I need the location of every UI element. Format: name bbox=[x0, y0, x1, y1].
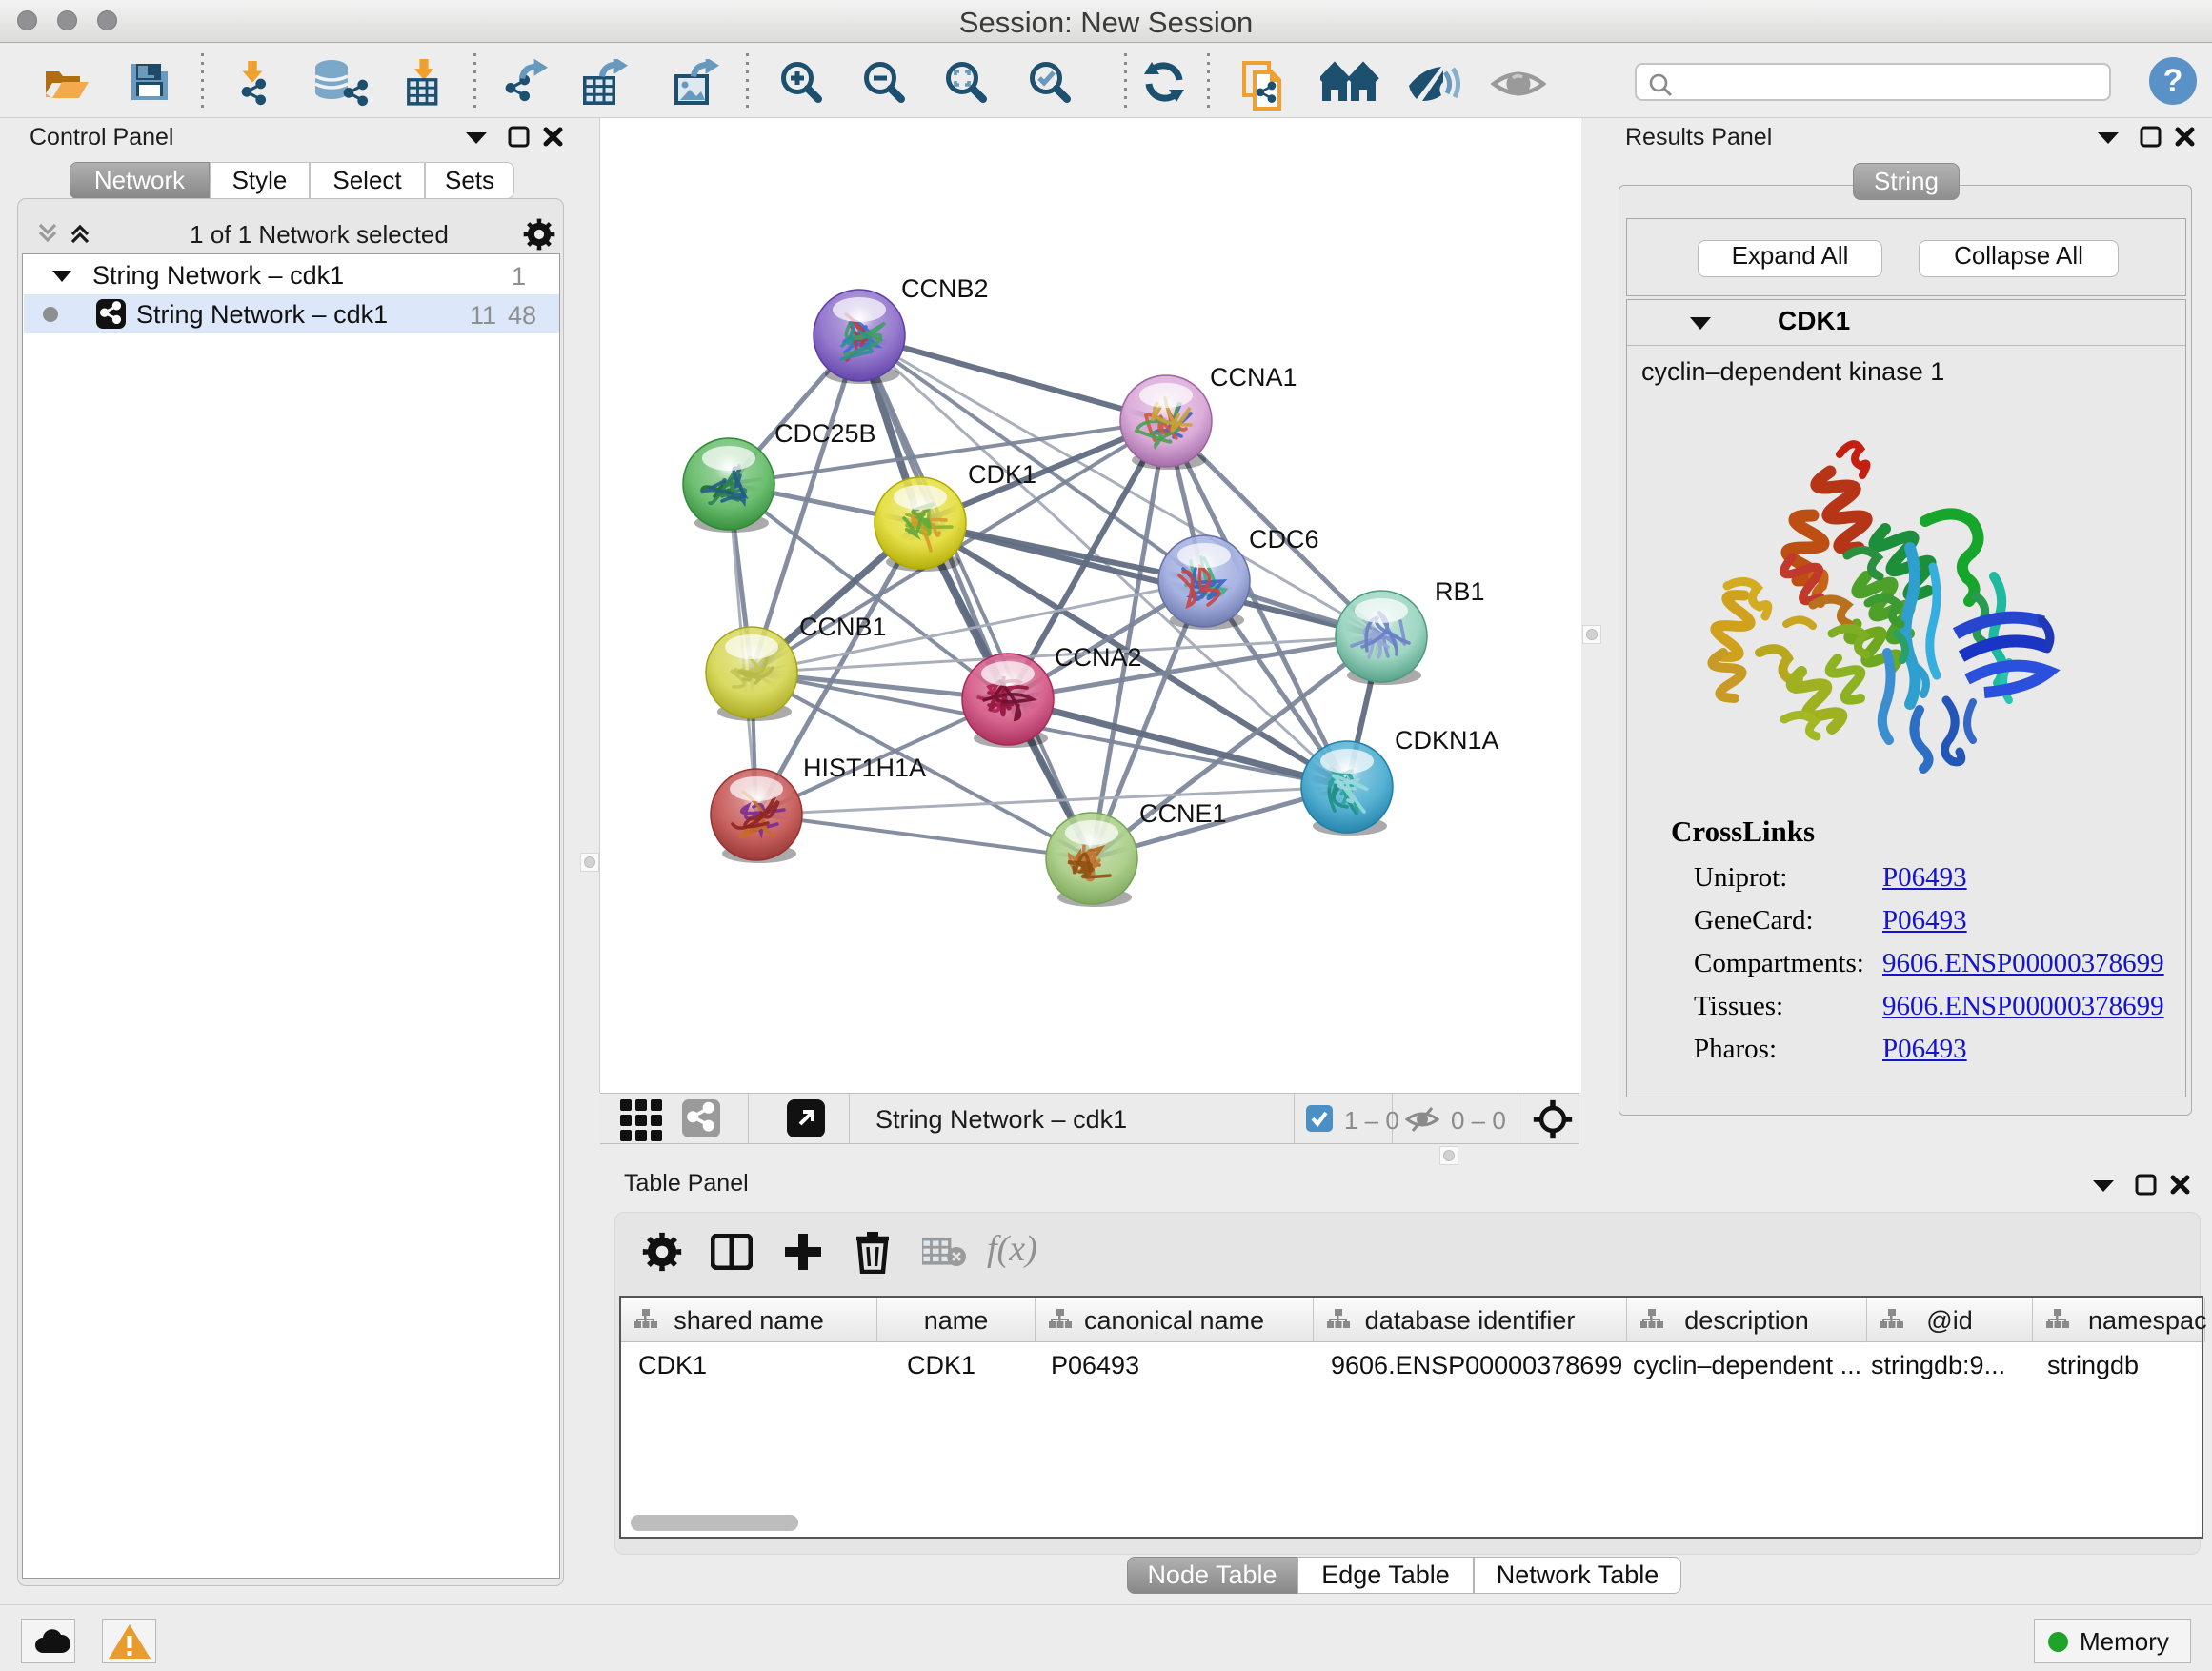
svg-text:RB1: RB1 bbox=[1435, 577, 1485, 606]
svg-text:CDC25B: CDC25B bbox=[774, 419, 876, 448]
svg-text:CCNE1: CCNE1 bbox=[1139, 799, 1227, 828]
svg-text:CDKN1A: CDKN1A bbox=[1395, 726, 1499, 755]
svg-text:CCNB2: CCNB2 bbox=[901, 274, 989, 303]
svg-text:CCNA1: CCNA1 bbox=[1210, 363, 1297, 392]
svg-text:HIST1H1A: HIST1H1A bbox=[803, 754, 926, 782]
svg-text:CDK1: CDK1 bbox=[968, 460, 1036, 489]
svg-text:CCNA2: CCNA2 bbox=[1055, 643, 1142, 672]
svg-text:CCNB1: CCNB1 bbox=[799, 613, 887, 641]
svg-text:CDC6: CDC6 bbox=[1249, 525, 1319, 554]
